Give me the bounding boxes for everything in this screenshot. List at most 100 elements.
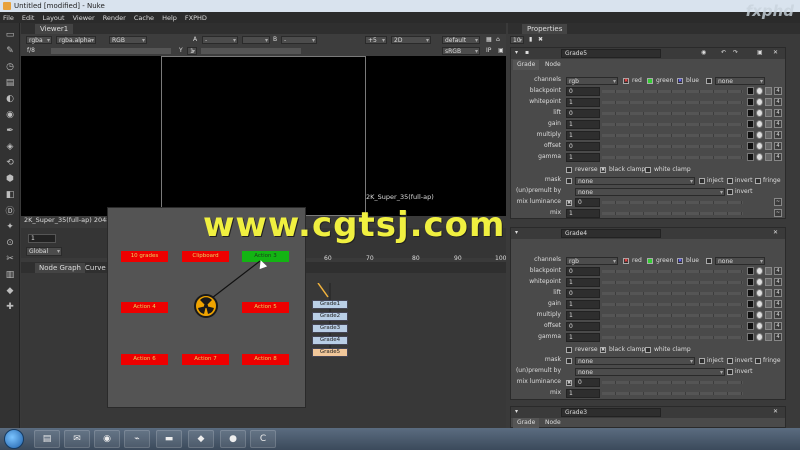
- multiply-field[interactable]: 1: [566, 311, 600, 320]
- whitepoint-field[interactable]: 1: [566, 278, 600, 287]
- color-picker-icon[interactable]: [765, 98, 772, 106]
- color-wheel-icon[interactable]: [756, 278, 763, 286]
- explorer-icon[interactable]: ▤: [34, 430, 60, 448]
- inject-checkbox[interactable]: [699, 358, 705, 364]
- node-grade5[interactable]: Grade5: [312, 348, 348, 357]
- color-swatch[interactable]: [747, 131, 754, 139]
- editor-icon[interactable]: C: [250, 430, 276, 448]
- tab-properties[interactable]: Properties: [522, 24, 568, 34]
- merge-icon[interactable]: ◈: [4, 141, 16, 152]
- lock-icon[interactable]: ⌂: [496, 36, 500, 44]
- color-wheel-icon[interactable]: [756, 153, 763, 161]
- node-name-field[interactable]: Grade5: [561, 49, 661, 58]
- furnace-icon[interactable]: ▥: [4, 269, 16, 280]
- mix-slider[interactable]: [602, 392, 743, 395]
- menu-help[interactable]: Help: [162, 14, 177, 22]
- channel-count-icon[interactable]: 4: [774, 142, 782, 150]
- color-wheel-icon[interactable]: [756, 289, 763, 297]
- channel-count-icon[interactable]: 4: [774, 131, 782, 139]
- mix-luminance-checkbox[interactable]: ✖: [566, 380, 572, 386]
- lift-slider[interactable]: [602, 292, 743, 295]
- offset-field[interactable]: 0: [566, 142, 600, 151]
- frame-range-dropdown[interactable]: Global: [26, 247, 62, 256]
- gamma-slider[interactable]: [602, 336, 743, 339]
- ip-icon[interactable]: IP: [486, 47, 491, 55]
- blackpoint-slider[interactable]: [602, 270, 743, 273]
- color-swatch[interactable]: [747, 98, 754, 106]
- animation-icon[interactable]: ~: [774, 209, 782, 217]
- frame-left-field[interactable]: 1: [187, 46, 197, 55]
- node-grade3[interactable]: Grade3: [312, 324, 348, 333]
- color-swatch[interactable]: [747, 267, 754, 275]
- mask-checkbox[interactable]: [566, 358, 572, 364]
- color-wheel-icon[interactable]: [756, 267, 763, 275]
- color-wheel-icon[interactable]: [756, 322, 763, 330]
- lut-dropdown[interactable]: default: [442, 35, 480, 44]
- action-button-10-grades[interactable]: 10 grades: [121, 251, 168, 262]
- firefox-icon[interactable]: ◉: [94, 430, 120, 448]
- python-icon[interactable]: ⌁: [124, 430, 150, 448]
- alpha-checkbox[interactable]: [706, 78, 712, 84]
- toolsets-icon[interactable]: ⊙: [4, 237, 16, 248]
- color-wheel-icon[interactable]: [756, 87, 763, 95]
- fringe-checkbox[interactable]: [755, 178, 761, 184]
- float-icon[interactable]: ▪: [525, 49, 529, 57]
- gain-dropdown[interactable]: +5: [365, 35, 387, 44]
- color-wheel-icon[interactable]: [756, 333, 763, 341]
- color-swatch[interactable]: [747, 311, 754, 319]
- layer-dropdown[interactable]: rgba: [26, 35, 52, 44]
- other-icon[interactable]: ✂: [4, 253, 16, 264]
- unpremult-invert-checkbox[interactable]: [727, 369, 733, 375]
- action-button-4[interactable]: Action 4: [121, 302, 168, 313]
- display-dropdown[interactable]: sRGB: [442, 46, 480, 55]
- fstop-value[interactable]: f/8: [27, 47, 35, 55]
- invert-checkbox[interactable]: [727, 358, 733, 364]
- gamma-field[interactable]: 1: [566, 333, 600, 342]
- color-picker-icon[interactable]: [765, 300, 772, 308]
- red-checkbox[interactable]: ✖: [623, 258, 629, 264]
- mix-luminance-field[interactable]: 0: [575, 378, 600, 387]
- unpremult-dropdown[interactable]: none: [575, 187, 725, 196]
- node-grade1[interactable]: Grade1: [312, 300, 348, 309]
- channel-icon[interactable]: ▤: [4, 77, 16, 88]
- gamma-slider[interactable]: [201, 48, 301, 54]
- blackpoint-field[interactable]: 0: [566, 267, 600, 276]
- help-icon[interactable]: ◉: [701, 49, 706, 57]
- channel-count-icon[interactable]: 4: [774, 311, 782, 319]
- multiply-slider[interactable]: [602, 134, 743, 137]
- mail-icon[interactable]: ✉: [64, 430, 90, 448]
- close-panel-icon[interactable]: ✕: [773, 229, 778, 237]
- color-swatch[interactable]: [747, 120, 754, 128]
- channels-dropdown[interactable]: rgb: [566, 256, 618, 265]
- multiply-slider[interactable]: [602, 314, 743, 317]
- color-picker-icon[interactable]: [765, 142, 772, 150]
- fringe-checkbox[interactable]: [755, 358, 761, 364]
- offset-slider[interactable]: [602, 145, 743, 148]
- color-swatch[interactable]: [747, 109, 754, 117]
- blackpoint-slider[interactable]: [602, 90, 743, 93]
- lift-field[interactable]: 0: [566, 289, 600, 298]
- color-wheel-icon[interactable]: [756, 109, 763, 117]
- menu-viewer[interactable]: Viewer: [73, 14, 95, 22]
- current-frame-field[interactable]: 1: [28, 234, 56, 243]
- keyer-icon[interactable]: ✒: [4, 125, 16, 136]
- action-button-8[interactable]: Action 8: [242, 354, 289, 365]
- close-panel-icon[interactable]: ✕: [773, 49, 778, 57]
- tab-grade[interactable]: Grade: [513, 60, 540, 70]
- view-mode-dropdown[interactable]: 2D: [391, 35, 431, 44]
- channel-count-icon[interactable]: 4: [774, 153, 782, 161]
- transform-icon[interactable]: ⟲: [4, 157, 16, 168]
- channel-count-icon[interactable]: 4: [774, 98, 782, 106]
- 3d-icon[interactable]: ⬢: [4, 173, 16, 184]
- mix-luminance-checkbox[interactable]: ✖: [566, 200, 572, 206]
- channel-count-icon[interactable]: 4: [774, 278, 782, 286]
- inject-checkbox[interactable]: [699, 178, 705, 184]
- color-picker-icon[interactable]: [765, 131, 772, 139]
- green-checkbox[interactable]: [647, 78, 653, 84]
- node-name-field[interactable]: Grade4: [561, 229, 661, 238]
- channel-count-icon[interactable]: 4: [774, 267, 782, 275]
- channel-count-icon[interactable]: 4: [774, 289, 782, 297]
- color-wheel-icon[interactable]: [756, 131, 763, 139]
- channel-count-icon[interactable]: 4: [774, 87, 782, 95]
- mix-field[interactable]: 1: [566, 209, 600, 218]
